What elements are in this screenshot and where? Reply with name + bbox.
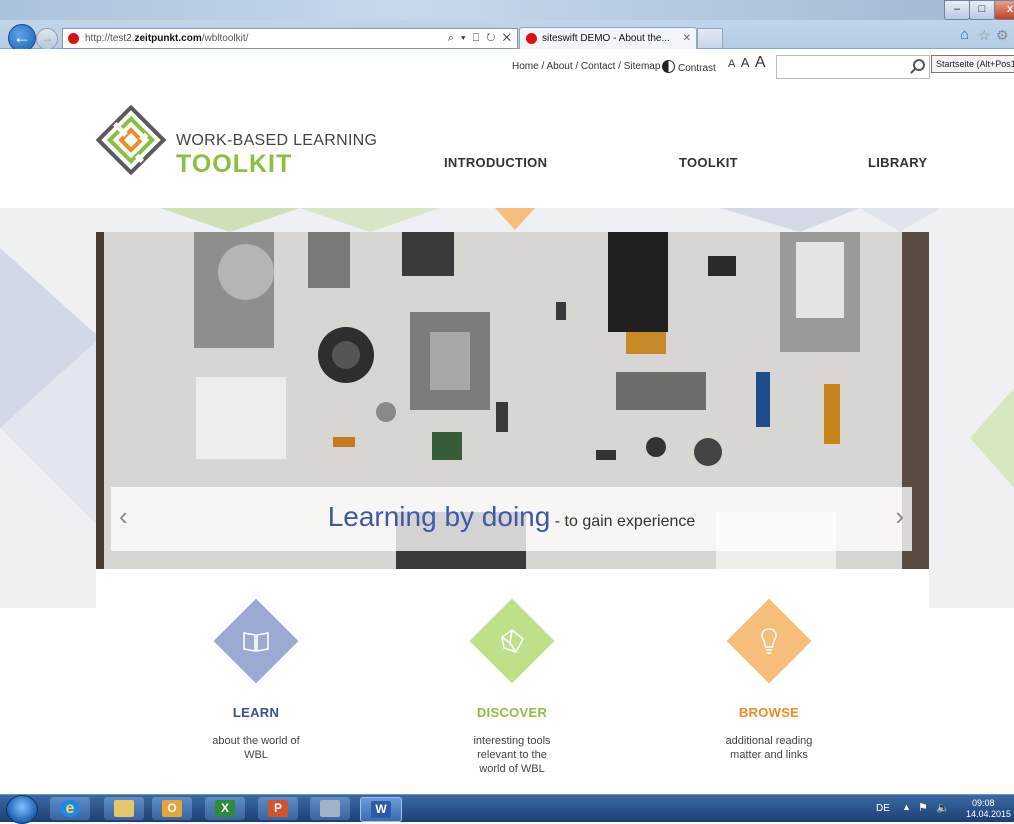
nav-toolkit[interactable]: TOOLKIT [679,155,738,170]
cube-icon [501,628,525,653]
nav-introduction[interactable]: INTRODUCTION [444,155,547,170]
browser-chrome: – □ x ← → http://test2.zeitpunkt.com/wbl… [0,0,1014,52]
address-url[interactable]: http://test2.zeitpunkt.com/wbltoolkit/ [85,29,248,48]
gear-icon[interactable]: ⚙ [996,28,1010,42]
taskbar-outlook-button[interactable]: O [152,797,192,820]
forward-button[interactable]: → [36,28,58,50]
logo-icon[interactable] [96,105,166,175]
nav-library[interactable]: LIBRARY [868,155,927,170]
feature-browse-text: additional reading matter and links [725,735,813,761]
feature-learn-title[interactable]: LEARN [156,705,356,720]
lightbulb-icon [761,628,777,654]
feature-browse-title[interactable]: BROWSE [669,705,869,720]
windows-taskbar: e O X P W DE ▲ ⚑ 🔈 09:08 14.04.2015 [0,794,1014,824]
home-tooltip: Startseite (Alt+Pos1) [931,55,1014,73]
caption-sub: - to gain experience [550,513,696,530]
taskbar-calculator-button[interactable] [310,797,350,820]
site-favicon-icon [68,33,79,44]
tab-favicon-icon [526,33,537,44]
contrast-icon [662,60,675,73]
window-titlebar [0,0,1014,20]
start-button[interactable] [6,795,38,824]
favorites-star-icon[interactable]: ☆ [978,28,992,42]
powerpoint-icon: P [268,800,288,817]
page-viewport: Home / About / Contact / Sitemap Contras… [0,49,1014,794]
url-domain: zeitpunkt.com [134,33,202,44]
action-center-icon[interactable]: ⚑ [918,801,928,814]
clock-date[interactable]: 14.04.2015 [966,809,1014,819]
home-icon[interactable]: ⌂ [960,27,974,42]
text-size-controls: A A A [728,54,767,72]
slider-next-button[interactable]: › [895,501,904,532]
search-input[interactable] [776,55,930,79]
feature-discover-title[interactable]: DISCOVER [412,705,612,720]
slider-caption: Learning by doing - to gain experience [111,501,912,533]
browser-tab-active[interactable]: siteswift DEMO - About the... ✕ [519,27,697,49]
internet-explorer-icon: e [60,800,80,817]
new-tab-button[interactable] [697,28,723,48]
close-window-button[interactable]: x [994,0,1014,20]
calculator-icon [320,800,340,817]
slider-caption-bar: ‹ Learning by doing - to gain experience… [111,487,912,551]
taskbar-powerpoint-button[interactable]: P [258,797,298,820]
excel-icon: X [215,800,235,817]
text-size-large[interactable]: A [755,54,766,72]
outlook-icon: O [162,800,182,817]
back-button[interactable]: ← [8,24,36,52]
url-prefix: http://test2. [85,33,135,44]
language-indicator[interactable]: DE [876,803,890,814]
taskbar-excel-button[interactable]: X [205,797,245,820]
show-hidden-icons-button[interactable]: ▲ [902,802,911,812]
feature-learn-text: about the world of WBL [212,735,300,761]
logo-text-line2[interactable]: TOOLKIT [176,150,292,179]
contrast-toggle[interactable]: Contrast [662,60,716,74]
volume-icon[interactable]: 🔈 [936,801,950,814]
address-bar-controls[interactable]: ⌕ ▾ ⎕ ↻ ✕ [448,29,513,48]
book-icon [243,632,269,652]
clock-time[interactable]: 09:08 [972,798,1012,808]
taskbar-word-button[interactable]: W [360,797,402,822]
minimize-button[interactable]: – [944,0,970,20]
features-section: LEARN about the world of WBL DISCOVER in… [96,569,929,794]
search-icon[interactable] [913,59,925,71]
word-icon: W [371,801,391,818]
taskbar-explorer-button[interactable] [104,797,144,820]
folder-icon [114,800,134,817]
feature-discover-text: interesting tools relevant to the world … [473,735,551,775]
caption-main: Learning by doing [327,501,551,532]
url-path: /wbltoolkit/ [201,33,249,44]
address-bar[interactable]: http://test2.zeitpunkt.com/wbltoolkit/ ⌕… [62,28,518,49]
tab-title: siteswift DEMO - About the... [542,33,670,44]
contrast-label: Contrast [678,63,716,74]
utility-links[interactable]: Home / About / Contact / Sitemap [512,61,660,72]
text-size-small[interactable]: A [728,58,735,70]
maximize-button[interactable]: □ [969,0,995,20]
text-size-medium[interactable]: A [741,55,750,70]
logo-text-line1[interactable]: WORK-BASED LEARNING [176,132,377,150]
taskbar-ie-button[interactable]: e [50,797,90,820]
tab-close-button[interactable]: ✕ [683,28,691,49]
